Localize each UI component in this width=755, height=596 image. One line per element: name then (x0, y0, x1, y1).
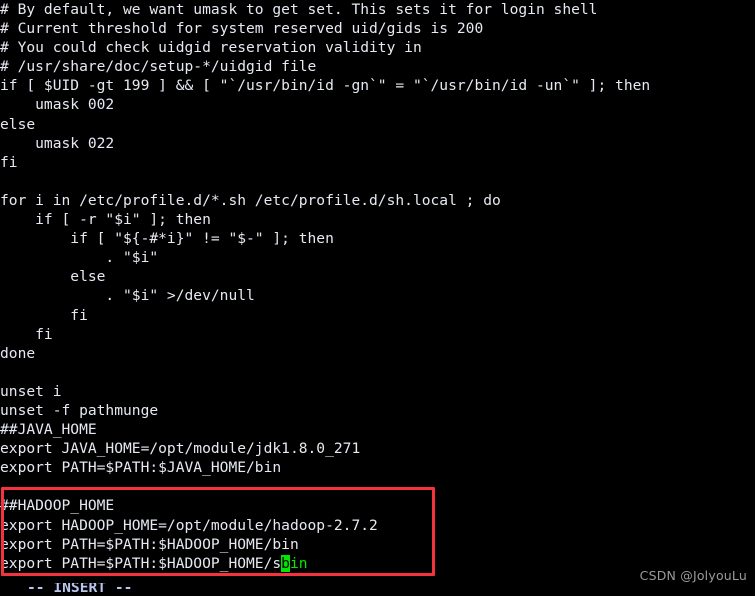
code-line: done (0, 344, 36, 362)
vim-mode-indicator: -- INSERT -- (27, 583, 133, 596)
vim-buffer[interactable]: # By default, we want umask to get set. … (0, 0, 755, 573)
code-line: export HADOOP_HOME=/opt/module/hadoop-2.… (0, 516, 378, 534)
cursor-line-suffix: in (289, 554, 308, 572)
code-line: ##HADOOP_HOME (0, 497, 115, 515)
code-line: else (0, 115, 36, 133)
vim-cursor[interactable]: b (281, 554, 290, 572)
cursor-line-prefix: export PATH=$PATH:$HADOOP_HOME/s (0, 554, 282, 572)
code-line: fi (0, 306, 88, 324)
code-line: umask 022 (0, 134, 115, 152)
code-line: ##JAVA_HOME (0, 421, 97, 439)
code-line: . "$i" (0, 249, 159, 267)
code-line: if [ $UID -gt 199 ] && [ "`/usr/bin/id -… (0, 77, 651, 95)
code-line: if [ "${-#*i}" != "$-" ]; then (0, 230, 334, 248)
csdn-watermark: CSDN @JolyouLu (639, 568, 747, 583)
vim-status-line: -- INSERT -- (0, 583, 755, 596)
code-line: # /usr/share/doc/setup-*/uidgid file (0, 58, 317, 76)
code-line: . "$i" >/dev/null (0, 287, 255, 305)
code-line: fi (0, 153, 18, 171)
code-line: unset i (0, 382, 62, 400)
code-line: fi (0, 325, 53, 343)
code-line: export JAVA_HOME=/opt/module/jdk1.8.0_27… (0, 440, 361, 458)
code-line: # You could check uidgid reservation val… (0, 39, 422, 57)
code-line: for i in /etc/profile.d/*.sh /etc/profil… (0, 191, 501, 209)
code-line: unset -f pathmunge (0, 401, 159, 419)
code-line: export PATH=$PATH:$HADOOP_HOME/bin (0, 535, 299, 553)
code-line: # Current threshold for system reserved … (0, 20, 484, 38)
code-line: export PATH=$PATH:$JAVA_HOME/bin (0, 459, 282, 477)
terminal-window[interactable]: # By default, we want umask to get set. … (0, 0, 755, 596)
code-line: if [ -r "$i" ]; then (0, 211, 211, 229)
code-line: umask 002 (0, 96, 115, 114)
code-line: # By default, we want umask to get set. … (0, 1, 598, 18)
code-line: else (0, 268, 106, 286)
